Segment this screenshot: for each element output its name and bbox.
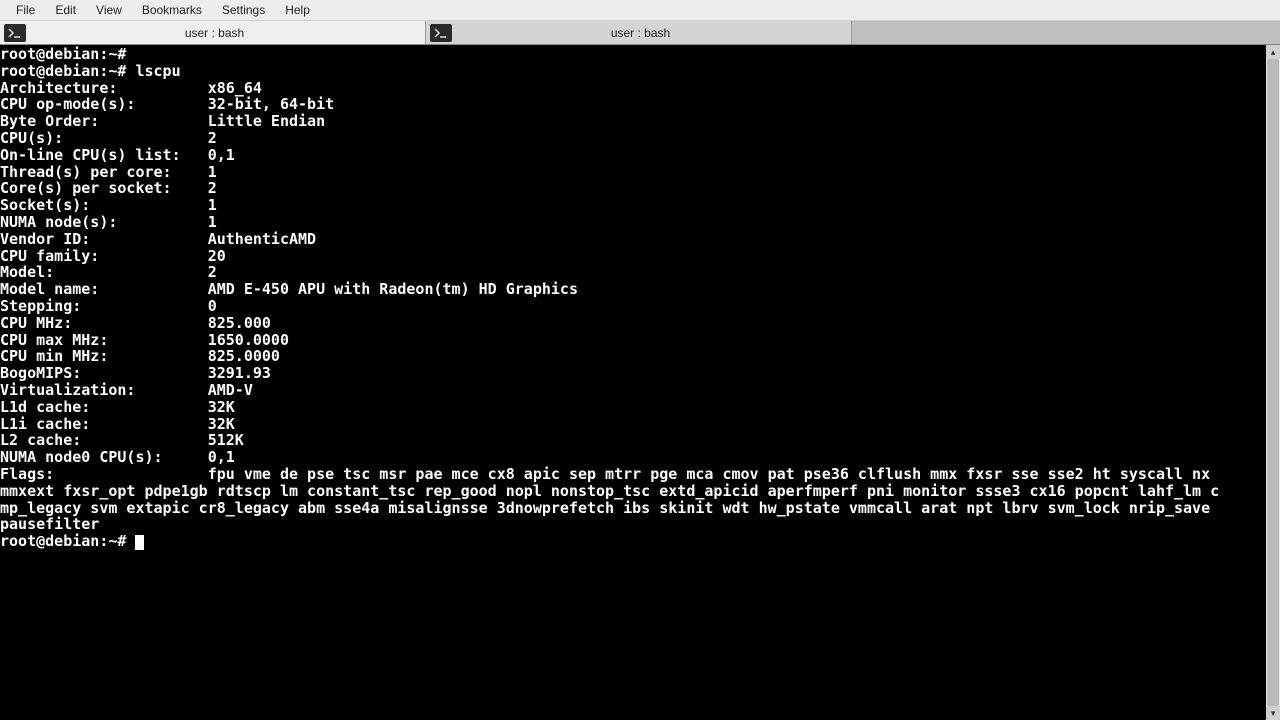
scroll-thumb[interactable] [1267, 59, 1279, 706]
menu-settings[interactable]: Settings [212, 1, 275, 19]
tab-label: user : bash [452, 26, 851, 40]
tab-terminal-1[interactable]: user : bash [0, 21, 426, 44]
scroll-down-button[interactable]: ▾ [1266, 706, 1280, 720]
terminal-container: root@debian:~# root@debian:~# lscpu Arch… [0, 45, 1280, 720]
mouse-text-cursor [1219, 694, 1220, 710]
terminal-cursor [135, 535, 144, 550]
menubar: File Edit View Bookmarks Settings Help [0, 0, 1280, 21]
tab-label: user : bash [26, 26, 425, 40]
menu-bookmarks[interactable]: Bookmarks [132, 1, 212, 19]
terminal-icon [430, 24, 452, 42]
terminal-icon [4, 24, 26, 42]
menu-help[interactable]: Help [275, 1, 320, 19]
tabbar: user : bash user : bash [0, 21, 1280, 45]
scrollbar[interactable]: ▴ ▾ [1266, 45, 1280, 720]
tab-terminal-2[interactable]: user : bash [426, 21, 852, 44]
menu-view[interactable]: View [86, 1, 132, 19]
menu-file[interactable]: File [6, 1, 45, 19]
terminal[interactable]: root@debian:~# root@debian:~# lscpu Arch… [0, 45, 1266, 720]
menu-edit[interactable]: Edit [45, 1, 86, 19]
scroll-up-button[interactable]: ▴ [1266, 45, 1280, 59]
